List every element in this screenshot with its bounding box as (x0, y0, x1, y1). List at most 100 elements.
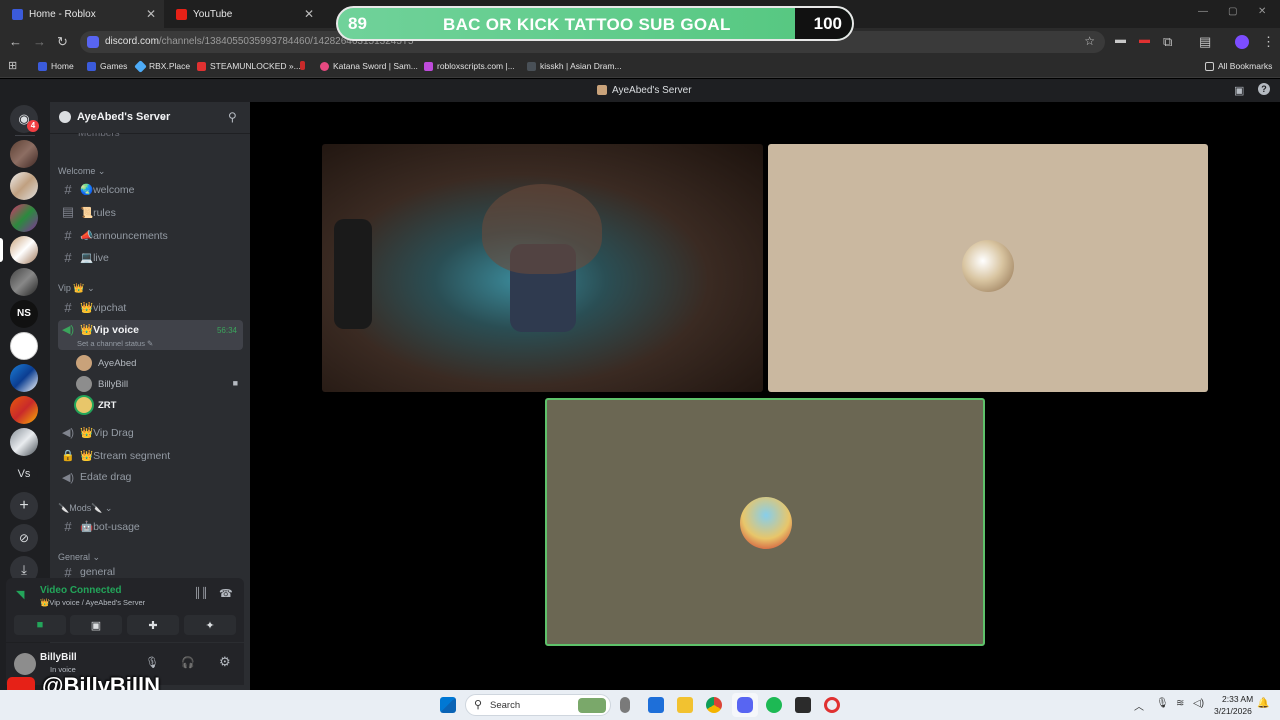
chrome-icon[interactable] (706, 697, 722, 713)
wifi-icon[interactable]: ≋ (1176, 698, 1184, 709)
bookmark-rbxplace[interactable]: RBX.Place (134, 59, 190, 73)
microphone-icon[interactable]: 🎙 (145, 656, 159, 669)
voice-user-zrt[interactable]: ZRT (76, 396, 116, 414)
channel-announcements[interactable]: # 📣announcements (58, 225, 243, 245)
reading-list-icon[interactable]: ▤ (1199, 34, 1211, 50)
server-icon-1[interactable] (10, 140, 38, 168)
channel-general-partial[interactable]: # general (58, 566, 243, 578)
mouse-icon[interactable] (620, 697, 630, 713)
bookmark-katana[interactable]: Katana Sword | Sam... (320, 61, 418, 71)
discover-compass-icon[interactable]: ⊘ (10, 524, 38, 552)
category-welcome[interactable]: Welcome ⌄ (58, 166, 105, 177)
video-tile-zrt[interactable] (545, 398, 985, 646)
extension-icon[interactable]: ▬ (1115, 34, 1126, 46)
bookmark-unnamed[interactable] (300, 61, 309, 70)
voice-location[interactable]: 👑Vip voice / AyeAbed's Server (40, 598, 145, 607)
tab-youtube[interactable]: YouTube ✕ (164, 0, 322, 28)
video-tile-ayeabed[interactable] (768, 144, 1208, 392)
forward-icon[interactable]: → (33, 34, 46, 49)
close-window-icon[interactable]: ✕ (1258, 6, 1266, 17)
server-icon-3[interactable] (10, 204, 38, 232)
maximize-icon[interactable]: ▢ (1228, 6, 1237, 17)
tab-roblox[interactable]: Home - Roblox ✕ (0, 0, 164, 28)
server-icon-ayeabed[interactable] (10, 236, 38, 264)
voice-user-ayeabed[interactable]: AyeAbed (76, 354, 136, 372)
clock-date[interactable]: 3/21/2026 (1214, 706, 1252, 716)
bookmark-games[interactable]: Games (87, 61, 127, 71)
channel-live[interactable]: # 💻live (58, 247, 243, 267)
headphones-icon[interactable]: 🎧 (181, 656, 195, 669)
server-icon-9[interactable] (10, 396, 38, 424)
rules-icon: ▤ (61, 204, 75, 219)
bookmark-kisskh[interactable]: kisskh | Asian Dram... (527, 61, 622, 71)
server-icon-8[interactable] (10, 364, 38, 392)
server-icon-ns[interactable]: NS (10, 300, 38, 328)
category-vip[interactable]: Vip 👑 ⌄ (58, 283, 95, 294)
profile-avatar[interactable] (1235, 35, 1249, 49)
back-icon[interactable]: ← (9, 34, 22, 49)
activities-button[interactable]: ✚ (127, 615, 179, 635)
microphone-tray-icon[interactable]: 🎙 (1156, 698, 1169, 709)
minimize-icon[interactable]: — (1198, 6, 1208, 17)
disconnect-icon[interactable]: ☎ (219, 587, 233, 600)
bookmark-steamunlocked[interactable]: STEAMUNLOCKED »... (197, 61, 301, 71)
server-icon-10[interactable] (10, 428, 38, 456)
show-hidden-icons-chevron-up-icon[interactable]: ︿ (1134, 698, 1144, 713)
server-icon-7[interactable] (10, 332, 38, 360)
extension-red-icon[interactable]: ▬ (1139, 34, 1150, 46)
user-name[interactable]: BillyBill (40, 652, 77, 663)
soundboard-button[interactable]: ✦ (184, 615, 236, 635)
category-general[interactable]: General ⌄ (58, 552, 100, 563)
channel-edate-drag[interactable]: ◀) Edate drag (58, 467, 243, 487)
close-icon[interactable]: ✕ (146, 7, 156, 21)
channel-status-hint[interactable]: Set a channel status ✎ (77, 339, 153, 348)
store-icon[interactable] (648, 697, 664, 713)
help-icon[interactable]: ? (1258, 83, 1270, 95)
video-tile-webcam[interactable] (322, 144, 763, 392)
server-icon-2[interactable] (10, 172, 38, 200)
screen-share-button[interactable]: ▣ (70, 615, 122, 635)
bookmark-home[interactable]: Home (38, 61, 74, 71)
noise-suppression-icon[interactable]: ║║ (194, 588, 208, 599)
site-info-icon[interactable] (87, 36, 99, 48)
channel-bot-usage[interactable]: # 🤖bot-usage (58, 516, 243, 536)
channel-vip-voice[interactable]: ◀) 👑Vip voice 56:34 Set a channel status… (58, 320, 243, 350)
avatar (76, 397, 92, 413)
extensions-puzzle-icon[interactable]: ⧉ (1163, 34, 1172, 50)
channel-vipchat[interactable]: # 👑vipchat (58, 297, 243, 317)
menu-kebab-icon[interactable]: ⋮ (1262, 34, 1275, 50)
hash-icon: # (64, 249, 72, 265)
server-header[interactable]: AyeAbed's Server ⌄ ⚲ (50, 102, 250, 134)
discord-taskbar-icon[interactable] (737, 697, 753, 713)
category-mods[interactable]: 🔪Mods🔪 ⌄ (58, 503, 112, 514)
channel-vip-drag[interactable]: ◀) 👑Vip Drag (58, 422, 243, 442)
add-server-button[interactable]: + (10, 492, 38, 520)
channel-welcome[interactable]: # 🌏welcome (58, 179, 243, 199)
camera-button[interactable]: ■ (14, 615, 66, 635)
server-icon-5[interactable] (10, 268, 38, 296)
close-icon[interactable]: ✕ (304, 7, 314, 21)
voice-user-billybill[interactable]: BillyBill ■ (76, 375, 238, 393)
spotify-icon[interactable] (766, 697, 782, 713)
channel-rules[interactable]: ▤ 📜rules (58, 202, 243, 222)
voice-status[interactable]: Video Connected (40, 585, 122, 596)
channel-stream-segment[interactable]: 🔒 👑Stream segment (58, 445, 243, 465)
bookmark-robloxscripts[interactable]: robloxscripts.com |... (424, 61, 515, 71)
file-explorer-icon[interactable] (677, 697, 693, 713)
all-bookmarks[interactable]: All Bookmarks (1205, 61, 1272, 71)
opera-icon[interactable] (824, 697, 840, 713)
user-avatar[interactable] (14, 653, 36, 675)
settings-gear-icon[interactable]: ⚙ (219, 654, 231, 670)
volume-icon[interactable]: ◁) (1193, 698, 1204, 709)
server-icon-vs[interactable]: Vs (10, 460, 38, 488)
reload-icon[interactable]: ↻ (57, 34, 68, 50)
notification-bell-icon[interactable]: 🔔 (1257, 698, 1269, 709)
app-green-icon[interactable] (795, 697, 811, 713)
inbox-icon[interactable]: ▣ (1234, 84, 1244, 97)
clock-time[interactable]: 2:33 AM (1222, 694, 1253, 704)
invite-user-icon[interactable]: ⚲ (228, 110, 237, 124)
bookmark-star-icon[interactable]: ☆ (1084, 34, 1095, 48)
windows-start-icon[interactable] (440, 697, 456, 713)
taskbar-search[interactable]: ⚲ Search (465, 694, 611, 716)
apps-grid-icon[interactable]: ⊞ (8, 59, 17, 72)
